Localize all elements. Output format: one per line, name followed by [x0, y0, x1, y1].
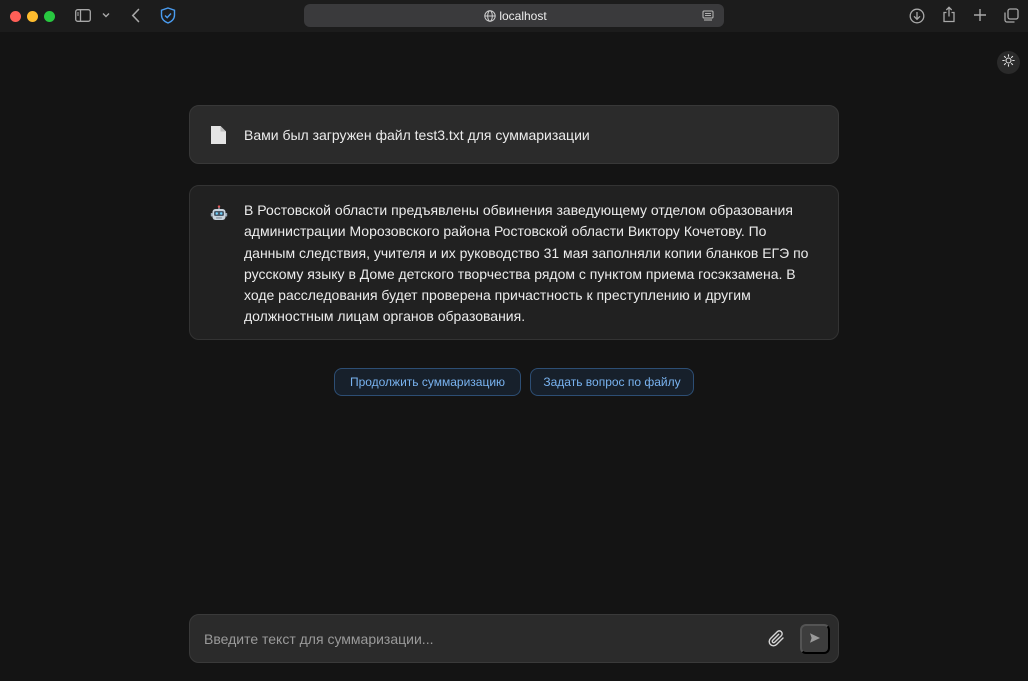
minimize-window-button[interactable]: [27, 11, 38, 22]
bot-message: В Ростовской области предъявлены обвинен…: [189, 185, 839, 340]
browser-toolbar: localhost: [0, 0, 1028, 32]
send-button[interactable]: [800, 624, 830, 654]
continue-summarization-button[interactable]: Продолжить суммаризацию: [334, 368, 521, 396]
shield-icon[interactable]: [160, 7, 176, 24]
tabs-overview-icon[interactable]: [1004, 8, 1019, 23]
robot-icon: [210, 205, 228, 228]
share-icon[interactable]: [942, 6, 956, 23]
user-message-text: Вами был загружен файл test3.txt для сум…: [244, 127, 590, 143]
bot-message-text: В Ростовской области предъявлены обвинен…: [244, 202, 809, 325]
download-icon[interactable]: [909, 8, 925, 24]
back-icon[interactable]: [131, 8, 140, 23]
user-message: Вами был загружен файл test3.txt для сум…: [189, 105, 839, 164]
chat-input-bar: [189, 614, 839, 663]
address-bar[interactable]: localhost: [304, 4, 724, 27]
reader-icon[interactable]: [702, 9, 714, 27]
ask-question-button[interactable]: Задать вопрос по файлу: [530, 368, 694, 396]
sun-icon: [1002, 53, 1015, 72]
send-icon: [809, 632, 821, 647]
globe-icon: [484, 9, 496, 27]
sidebar-icon[interactable]: [75, 9, 91, 22]
paperclip-icon[interactable]: [768, 629, 786, 653]
theme-toggle-button[interactable]: [997, 51, 1020, 74]
file-icon: [210, 125, 227, 150]
zoom-window-button[interactable]: [44, 11, 55, 22]
message-input[interactable]: [204, 615, 754, 662]
chevron-down-icon[interactable]: [102, 12, 110, 18]
plus-icon[interactable]: [973, 8, 987, 22]
close-window-button[interactable]: [10, 11, 21, 22]
